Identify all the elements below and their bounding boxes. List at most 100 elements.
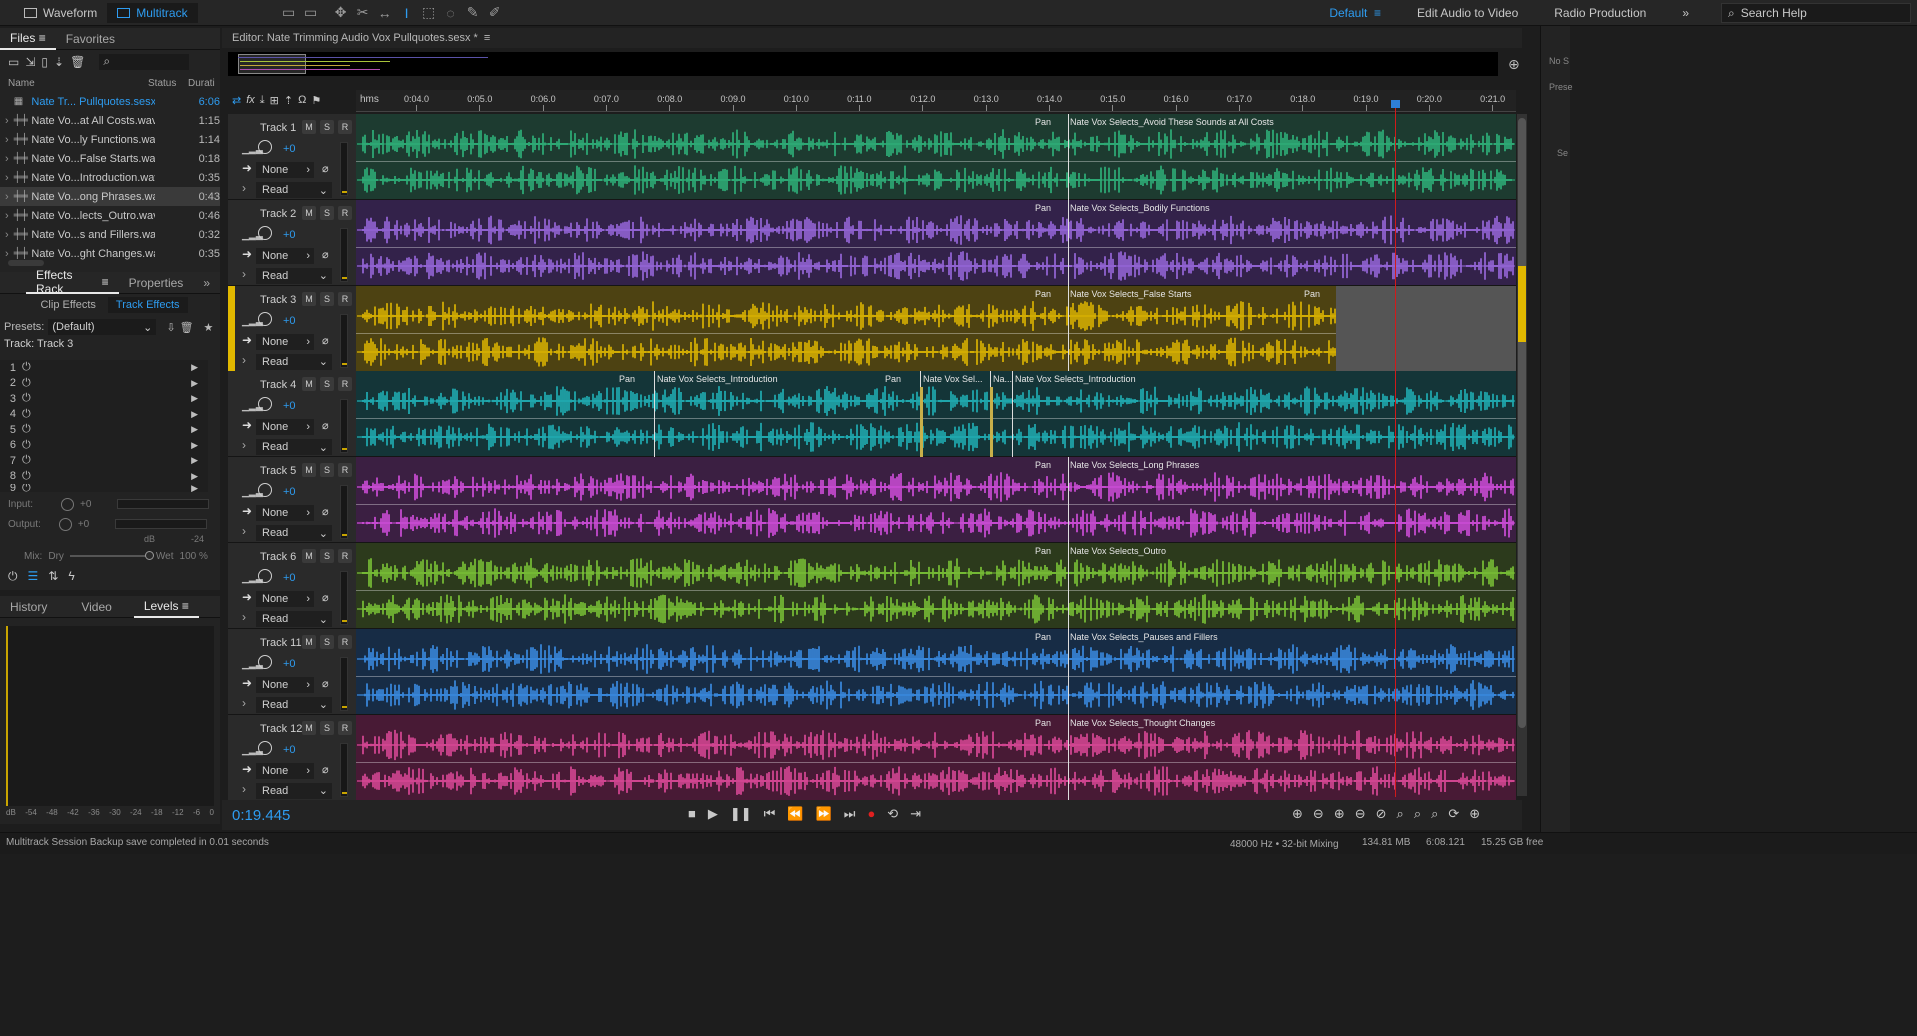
automation-mode-select[interactable]: Read ⌄ bbox=[256, 525, 332, 542]
headphone-icon[interactable]: Ω bbox=[298, 94, 306, 106]
presets-dropdown[interactable]: (Default) ⌄ bbox=[48, 319, 157, 335]
volume-value[interactable]: +0 bbox=[283, 572, 296, 584]
power-icon[interactable]: ⏻ bbox=[8, 569, 18, 584]
track-name[interactable]: Track 1 bbox=[260, 122, 296, 134]
track[interactable]: Track 4 M S R ▁▂▃ +0 ➜ None › ⌀ › Read ⌄ Nate Vox Sel… bbox=[228, 371, 1518, 458]
vertical-scrollbar[interactable] bbox=[1517, 114, 1527, 796]
rewind-icon[interactable]: ⏪ bbox=[787, 806, 803, 822]
crossfade-marker[interactable] bbox=[990, 387, 993, 458]
go-to-end-icon[interactable]: ⏭ bbox=[844, 806, 856, 822]
track-header[interactable]: Track 3 M S R ▁▂▃ +0 ➜ None › ⌀ › Read ⌄ bbox=[228, 285, 356, 372]
effect-slot[interactable]: 2 ⏻ ▶ bbox=[0, 376, 208, 392]
record-arm-button[interactable]: R bbox=[338, 291, 352, 306]
pause-icon[interactable]: ❚❚ bbox=[730, 806, 752, 822]
clip-name[interactable]: Nate Vox Selects_False Starts bbox=[1070, 289, 1192, 299]
track-header[interactable]: Track 2 M S R ▁▂▃ +0 ➜ None › ⌀ › Read ⌄ bbox=[228, 199, 356, 286]
track-lane[interactable]: Nate Vox Selects_Outro Pan bbox=[356, 543, 1516, 629]
lightning-icon[interactable]: ϟ bbox=[68, 569, 74, 583]
clip-pan-menu[interactable]: Pan bbox=[1035, 117, 1051, 127]
go-to-start-icon[interactable]: ⏮ bbox=[764, 806, 776, 822]
track[interactable]: Track 5 M S R ▁▂▃ +0 ➜ None › ⌀ › Read ⌄ Nate Vox Sel… bbox=[228, 457, 1518, 544]
record-arm-button[interactable]: R bbox=[338, 549, 352, 563]
phase-invert-icon[interactable]: ⌀ bbox=[322, 248, 329, 261]
power-icon[interactable]: ⏻ bbox=[22, 423, 31, 436]
solo-button[interactable]: S bbox=[320, 205, 334, 220]
zoom-out-amplitude-icon[interactable]: ⊖ bbox=[1313, 806, 1324, 822]
input-select[interactable]: None › bbox=[256, 247, 314, 264]
slot-expand-icon[interactable]: ▶ bbox=[191, 455, 198, 466]
power-icon[interactable]: ⏻ bbox=[22, 454, 31, 467]
automation-mode-select[interactable]: Read ⌄ bbox=[256, 782, 332, 799]
column-name[interactable]: Name bbox=[8, 78, 148, 89]
chevron-right-icon[interactable]: › bbox=[0, 248, 14, 260]
track-effects-tab[interactable]: Track Effects bbox=[107, 297, 188, 313]
file-row[interactable]: › ╪╪ Nate Vo...False Starts.wav 0:18 bbox=[0, 149, 220, 168]
volume-value[interactable]: +0 bbox=[283, 229, 296, 241]
zoom-in-point-icon[interactable]: ⌕ bbox=[1397, 806, 1404, 822]
power-icon[interactable]: ⏻ bbox=[22, 361, 31, 374]
chevron-right-icon[interactable]: › bbox=[0, 153, 14, 165]
expand-track-icon[interactable]: › bbox=[242, 181, 246, 195]
clip-name[interactable]: Nate Vox Sel... bbox=[923, 374, 983, 384]
input-gain-knob[interactable] bbox=[61, 497, 75, 511]
clip-pan-menu[interactable]: Pan bbox=[1304, 289, 1320, 299]
file-row[interactable]: › ╪╪ Nate Vo...ong Phrases.wav 0:43 bbox=[0, 187, 220, 206]
zoom-out-full-icon[interactable]: ⊘ bbox=[1376, 806, 1387, 822]
track-name[interactable]: Track 6 bbox=[260, 551, 296, 563]
file-row[interactable]: › ╪╪ Nate Vo...lects_Outro.wav 0:46 bbox=[0, 206, 220, 225]
mute-button[interactable]: M bbox=[302, 463, 316, 478]
track-lane[interactable]: Nate Vox Selects_Thought Changes Pan bbox=[356, 714, 1516, 801]
track-name[interactable]: Track 2 bbox=[260, 208, 296, 220]
sample-rate[interactable]: 48000 Hz • 32-bit Mixing bbox=[1230, 839, 1339, 850]
mute-button[interactable]: M bbox=[302, 549, 316, 563]
clip-name[interactable]: Na... bbox=[993, 374, 1012, 384]
effect-slot[interactable]: 1 ⏻ ▶ bbox=[0, 360, 208, 376]
solo-button[interactable]: S bbox=[320, 549, 334, 563]
phase-invert-icon[interactable]: ⌀ bbox=[322, 419, 329, 432]
send-icon[interactable]: ⤓ bbox=[260, 94, 265, 107]
volume-knob[interactable] bbox=[258, 225, 272, 240]
expand-track-icon[interactable]: › bbox=[242, 438, 246, 452]
power-icon[interactable]: ⏻ bbox=[22, 439, 31, 452]
track-header[interactable]: Track 1 M S R ▁▂▃ +0 ➜ None › ⌀ › Read ⌄ bbox=[228, 114, 356, 200]
tab-levels[interactable]: Levels ≡ bbox=[133, 596, 199, 618]
record-arm-button[interactable]: R bbox=[338, 463, 352, 478]
workspace-edit-audio-to-video[interactable]: Edit Audio to Video bbox=[1399, 6, 1536, 20]
output-gain-knob[interactable] bbox=[58, 517, 72, 531]
tab-favorites[interactable]: Favorites bbox=[56, 28, 125, 50]
mute-button[interactable]: M bbox=[302, 291, 316, 306]
fast-forward-icon[interactable]: ⏩ bbox=[816, 806, 832, 822]
search-help-input[interactable]: ⌕ Search Help bbox=[1721, 3, 1911, 23]
effect-slot[interactable]: 3 ⏻ ▶ bbox=[0, 391, 208, 407]
clip-pan-menu[interactable]: Pan bbox=[1035, 460, 1051, 470]
track-lane[interactable]: Nate Vox Selects_Introduction Pan Nate Vox… bbox=[356, 371, 1516, 458]
zoom-tracks-icon[interactable]: ⊕ bbox=[1469, 806, 1480, 822]
phase-invert-icon[interactable]: ⌀ bbox=[322, 763, 329, 776]
clip-name[interactable]: Nate Vox Selects_Bodily Functions bbox=[1070, 203, 1210, 213]
automation-mode-select[interactable]: Read ⌄ bbox=[256, 439, 332, 456]
clip-effects-tab[interactable]: Clip Effects bbox=[32, 297, 103, 313]
track[interactable]: Track 6 M S R ▁▂▃ +0 ➜ None › ⌀ › Read ⌄ Nate Vox Sel… bbox=[228, 543, 1518, 629]
volume-knob[interactable] bbox=[258, 311, 272, 326]
stop-icon[interactable]: ■ bbox=[688, 806, 696, 822]
clip-name[interactable]: Nate Vox Selects_Avoid These Sounds at A… bbox=[1070, 117, 1274, 127]
track-name[interactable]: Track 5 bbox=[260, 465, 296, 477]
list-icon[interactable]: ☰ bbox=[28, 569, 39, 583]
track[interactable]: Track 3 M S R ▁▂▃ +0 ➜ None › ⌀ › Read ⌄ Nate Vox Sel… bbox=[228, 285, 1518, 372]
clip-name[interactable]: Nate Vox Selects_Thought Changes bbox=[1070, 718, 1215, 728]
clip-boundary[interactable] bbox=[1068, 114, 1069, 200]
zoom-in-amplitude-icon[interactable]: ⊕ bbox=[1292, 806, 1303, 822]
clip-boundary[interactable] bbox=[1068, 285, 1069, 372]
delete-icon[interactable]: 🗑 bbox=[70, 55, 85, 69]
chevron-right-icon[interactable]: › bbox=[0, 115, 14, 127]
track-header[interactable]: Track 5 M S R ▁▂▃ +0 ➜ None › ⌀ › Read ⌄ bbox=[228, 457, 356, 544]
zoom-selection-icon[interactable]: ⌕ bbox=[1431, 806, 1438, 822]
volume-knob[interactable] bbox=[258, 397, 272, 412]
clip-name[interactable]: Nate Vox Selects_Outro bbox=[1070, 546, 1166, 556]
track-lane[interactable]: Nate Vox Selects_Pauses and Fillers Pan bbox=[356, 628, 1516, 715]
file-row[interactable]: › ╪╪ Nate Vo...ly Functions.wav 1:14 bbox=[0, 130, 220, 149]
expand-track-icon[interactable]: › bbox=[242, 610, 246, 624]
file-row[interactable]: › ╪╪ Nate Vo...s and Fillers.wav 0:32 bbox=[0, 225, 220, 244]
current-time-display[interactable]: 0:19.445 bbox=[232, 807, 290, 824]
effect-slot[interactable]: 8 ⏻ ▶ bbox=[0, 469, 208, 485]
